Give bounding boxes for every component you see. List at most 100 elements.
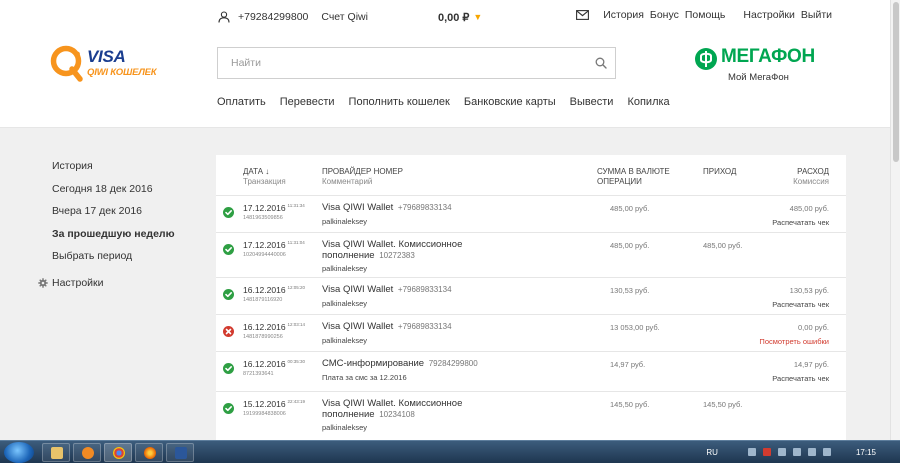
taskbar-explorer[interactable]: [42, 443, 70, 462]
phone-number[interactable]: +79284299800: [238, 11, 308, 23]
col-provider: ПРОВАЙДЕР НОМЕР Комментарий: [322, 167, 403, 187]
sidebar-item-choose-period[interactable]: Выбрать период: [52, 249, 175, 272]
print-receipt-link[interactable]: Распечатать чек: [772, 374, 829, 383]
tx-amount: 145,50 руб.: [610, 400, 650, 409]
tx-comment: palkinaleksey: [322, 336, 368, 345]
tx-date-value: 15.12.2016: [243, 399, 286, 409]
taskbar-word[interactable]: [166, 443, 194, 462]
tx-time: 00:35:30: [287, 359, 306, 364]
tx-provider-name: Visa QIWI Wallet: [322, 202, 394, 213]
sidebar-item-yesterday[interactable]: Вчера 17 дек 2016: [52, 204, 175, 227]
account-label[interactable]: Счет Qiwi: [321, 11, 368, 23]
sidebar-item-last-week[interactable]: За прошедшую неделю: [52, 227, 175, 250]
tx-amount: 14,97 руб.: [610, 360, 646, 369]
table-row[interactable]: 16.12.2016 12:05:20 1481879116920 Visa QIWI…: [216, 277, 846, 314]
print-receipt-link[interactable]: Распечатать чек: [772, 218, 829, 227]
sidebar-settings-label: Настройки: [52, 276, 104, 289]
tray-icon-volume[interactable]: [822, 448, 831, 456]
tx-provider-name: Visa QIWI Wallet: [322, 321, 394, 332]
tray-icon-flag[interactable]: [777, 448, 786, 456]
tx-date: 17.12.2016 11:31:04: [243, 240, 305, 250]
tx-number: 79284299800: [428, 359, 478, 368]
start-button[interactable]: [4, 442, 34, 463]
link-help[interactable]: Помощь: [685, 9, 726, 21]
tx-date-value: 16.12.2016: [243, 285, 286, 295]
top-links: История Бонус Помощь Настройки Выйти: [576, 9, 832, 21]
page-scrollbar[interactable]: [890, 0, 900, 440]
qiwi-logo-icon: [50, 45, 83, 82]
nav-pay[interactable]: Оплатить: [217, 96, 266, 108]
clock[interactable]: 17:15: [856, 448, 876, 457]
tray-icon-antivirus[interactable]: [762, 448, 771, 456]
nav-bank-cards[interactable]: Банковские карты: [464, 96, 556, 108]
taskbar-chrome[interactable]: [104, 443, 132, 462]
nav-topup[interactable]: Пополнить кошелек: [349, 96, 450, 108]
tx-time: 12:03:14: [287, 322, 306, 327]
table-row[interactable]: 16.12.2016 00:35:30 8721393641 СМС-информир…: [216, 351, 846, 391]
print-receipt-link[interactable]: Распечатать чек: [772, 300, 829, 309]
table-row[interactable]: 16.12.2016 12:03:14 1481878990256 Visa QIWI…: [216, 314, 846, 351]
link-history[interactable]: История: [603, 9, 644, 21]
chevron-down-icon[interactable]: ▼: [473, 12, 482, 22]
sidebar-item-history[interactable]: История: [52, 159, 175, 182]
nav-piggy-bank[interactable]: Копилка: [627, 96, 669, 108]
tx-comment: palkinaleksey: [322, 217, 368, 226]
table-header: ДАТА ↓ Транзакция ПРОВАЙДЕР НОМЕР Коммен…: [216, 155, 846, 195]
megafon-logo-icon: [695, 48, 717, 70]
tx-amount: 485,00 руб.: [610, 241, 650, 250]
success-check-icon: [223, 363, 234, 374]
tx-amount: 485,00 руб.: [610, 204, 650, 213]
tx-provider[interactable]: Visa QIWI Wallet +79689833134: [322, 284, 482, 295]
tx-number: +79689833134: [397, 285, 452, 294]
tx-provider[interactable]: Visa QIWI Wallet. Комиссионное пополнени…: [322, 398, 482, 420]
nav-withdraw[interactable]: Вывести: [570, 96, 614, 108]
tx-comment: palkinaleksey: [322, 264, 368, 273]
table-row[interactable]: 17.12.2016 11:31:04 10204994440006 Visa QIW…: [216, 232, 846, 277]
tx-provider-name: СМС-информирование: [322, 358, 425, 369]
table-row[interactable]: 17.12.2016 11:31:34 1481963509856 Visa QIWI…: [216, 195, 846, 232]
language-indicator[interactable]: RU: [706, 448, 718, 457]
tx-id: 10204994440006: [243, 252, 286, 258]
search-input[interactable]: [218, 48, 578, 78]
account-bar: +79284299800 Счет Qiwi 0,00 ₽ ▼: [218, 10, 482, 24]
tx-id: 1481878990256: [243, 334, 283, 340]
col-date[interactable]: ДАТА ↓ Транзакция: [243, 167, 286, 187]
table-row[interactable]: 15.12.2016 22:43:19 19199984838006 Visa QIW…: [216, 391, 846, 436]
tx-date-value: 16.12.2016: [243, 359, 286, 369]
tx-time: 12:05:20: [287, 285, 306, 290]
taskbar-firefox[interactable]: [135, 443, 163, 462]
mail-icon[interactable]: [576, 10, 590, 20]
nav-transfer[interactable]: Перевести: [280, 96, 335, 108]
tx-expense: 14,97 руб.: [793, 360, 829, 369]
windows-taskbar: RU 17:15: [0, 440, 900, 463]
sidebar-item-settings[interactable]: Настройки: [38, 272, 175, 295]
search-icon[interactable]: [595, 57, 607, 69]
col-date-label: ДАТА ↓: [243, 167, 270, 176]
tray-icon-network[interactable]: [747, 448, 756, 456]
main-nav: Оплатить Перевести Пополнить кошелек Бан…: [217, 96, 684, 108]
tx-date-value: 17.12.2016: [243, 203, 286, 213]
view-errors-link[interactable]: Посмотреть ошибки: [759, 337, 829, 346]
success-check-icon: [223, 403, 234, 414]
tx-provider[interactable]: СМС-информирование 79284299800: [322, 358, 482, 369]
user-icon[interactable]: [218, 11, 230, 23]
tx-provider[interactable]: Visa QIWI Wallet +79689833134: [322, 202, 482, 213]
balance[interactable]: 0,00 ₽: [438, 11, 469, 24]
link-bonus[interactable]: Бонус: [650, 9, 679, 21]
tx-id: 8721393641: [243, 371, 274, 377]
scrollbar-thumb[interactable]: [893, 2, 899, 162]
taskbar-media-player[interactable]: [73, 443, 101, 462]
system-tray: RU 17:15: [706, 441, 900, 463]
tx-provider[interactable]: Visa QIWI Wallet. Комиссионное пополнени…: [322, 239, 482, 261]
col-date-sub: Транзакция: [243, 177, 286, 186]
link-settings[interactable]: Настройки: [743, 9, 795, 21]
tx-provider[interactable]: Visa QIWI Wallet +79689833134: [322, 321, 482, 332]
my-megafon-link[interactable]: Мой МегаФон: [728, 72, 789, 83]
link-logout[interactable]: Выйти: [801, 9, 832, 21]
sidebar-item-today[interactable]: Сегодня 18 дек 2016: [52, 182, 175, 205]
tx-id: 1481963509856: [243, 215, 283, 221]
tray-icon-signal[interactable]: [807, 448, 816, 456]
tray-icon-battery[interactable]: [792, 448, 801, 456]
megafon-logo[interactable]: МЕГАФОН Мой МегаФон: [694, 44, 839, 86]
qiwi-logo[interactable]: VISA QIWI КОШЕЛЕК: [50, 44, 165, 84]
